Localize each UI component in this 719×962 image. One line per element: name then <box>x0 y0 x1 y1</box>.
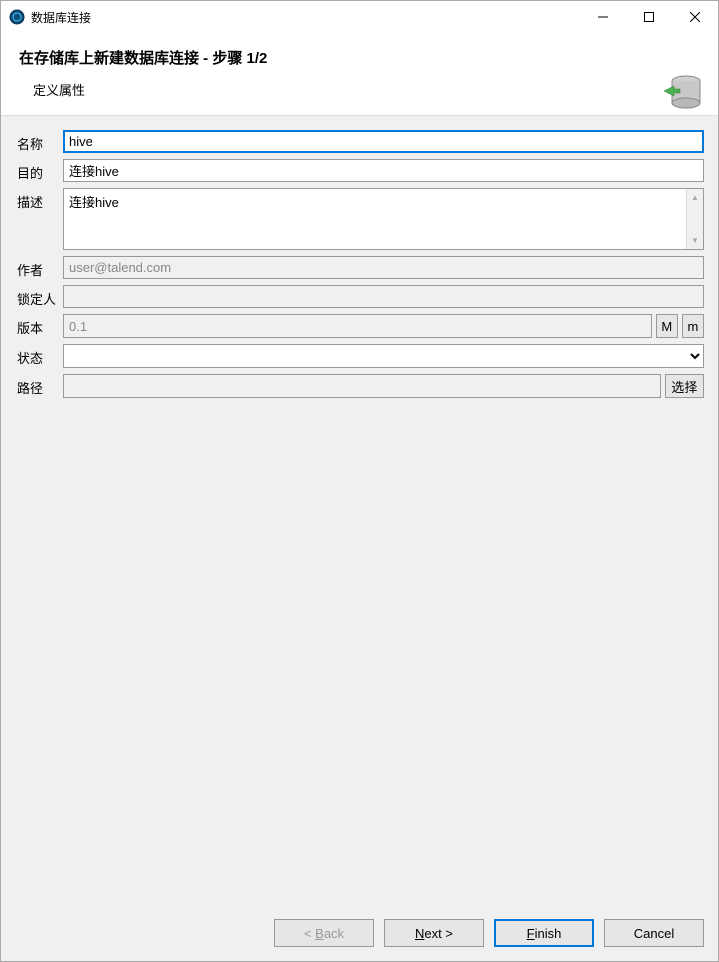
scroll-up-icon: ▲ <box>687 189 703 206</box>
label-locker: 锁定人 <box>15 285 63 308</box>
next-button[interactable]: Next > <box>384 919 484 947</box>
purpose-input[interactable] <box>63 159 704 182</box>
button-bar: < Back Next > Finish Cancel <box>1 909 718 961</box>
window-controls <box>580 1 718 33</box>
back-button: < Back <box>274 919 374 947</box>
label-name: 名称 <box>15 130 63 153</box>
form-area: 名称 目的 描述 ▲ ▼ 作 <box>1 116 718 909</box>
cancel-button[interactable]: Cancel <box>604 919 704 947</box>
database-icon <box>662 73 702 116</box>
label-path: 路径 <box>15 374 63 397</box>
version-minor-button[interactable]: m <box>682 314 704 338</box>
finish-button[interactable]: Finish <box>494 919 594 947</box>
label-version: 版本 <box>15 314 63 337</box>
scroll-down-icon: ▼ <box>687 232 703 249</box>
author-input <box>63 256 704 279</box>
label-author: 作者 <box>15 256 63 279</box>
dialog-window: 数据库连接 在存储库上新建数据库连接 - 步骤 1/2 定义属性 <box>0 0 719 962</box>
label-description: 描述 <box>15 188 63 211</box>
row-locker: 锁定人 <box>15 285 704 308</box>
version-major-button[interactable]: M <box>656 314 678 338</box>
row-author: 作者 <box>15 256 704 279</box>
description-textarea[interactable] <box>64 189 686 249</box>
row-purpose: 目的 <box>15 159 704 182</box>
wizard-header: 在存储库上新建数据库连接 - 步骤 1/2 定义属性 <box>1 33 718 116</box>
app-icon <box>9 9 25 25</box>
label-purpose: 目的 <box>15 159 63 182</box>
row-version: 版本 M m <box>15 314 704 338</box>
textarea-scrollbar: ▲ ▼ <box>686 189 703 249</box>
locker-input <box>63 285 704 308</box>
wizard-title: 在存储库上新建数据库连接 - 步骤 1/2 <box>19 47 700 68</box>
window-title: 数据库连接 <box>31 9 580 26</box>
maximize-button[interactable] <box>626 1 672 33</box>
version-input <box>63 314 652 338</box>
status-select[interactable] <box>63 344 704 368</box>
name-input[interactable] <box>63 130 704 153</box>
path-select-button[interactable]: 选择 <box>665 374 704 398</box>
close-button[interactable] <box>672 1 718 33</box>
titlebar: 数据库连接 <box>1 1 718 33</box>
row-status: 状态 <box>15 344 704 368</box>
path-input <box>63 374 661 398</box>
row-name: 名称 <box>15 130 704 153</box>
wizard-subtitle: 定义属性 <box>33 80 700 99</box>
row-path: 路径 选择 <box>15 374 704 398</box>
label-status: 状态 <box>15 344 63 367</box>
row-description: 描述 ▲ ▼ <box>15 188 704 250</box>
minimize-button[interactable] <box>580 1 626 33</box>
